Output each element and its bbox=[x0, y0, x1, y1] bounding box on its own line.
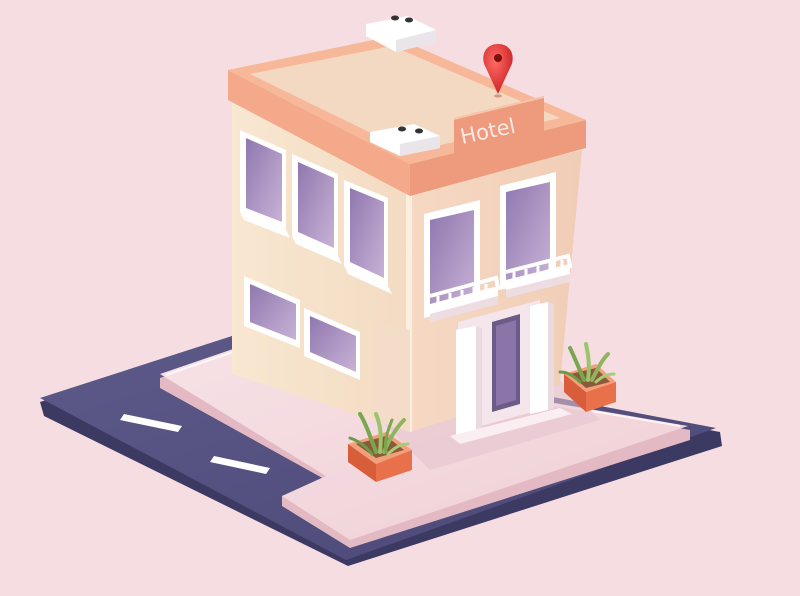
hotel-building-illustration: Hotel bbox=[40, 15, 722, 566]
